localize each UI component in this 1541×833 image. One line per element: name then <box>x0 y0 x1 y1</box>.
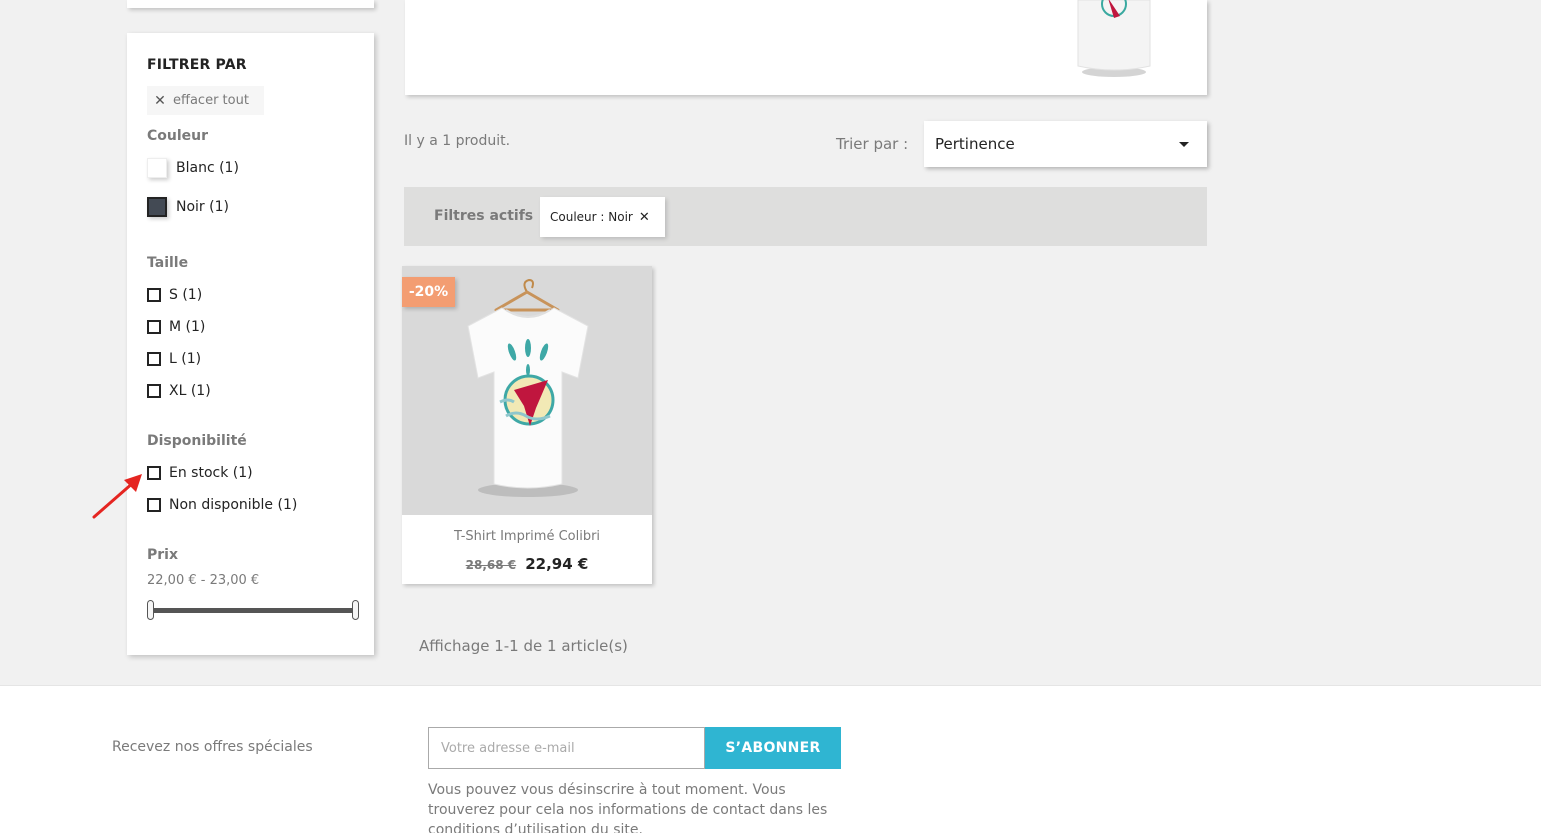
pagination-summary: Affichage 1-1 de 1 article(s) <box>419 637 628 655</box>
price-slider-max-handle[interactable] <box>352 600 359 620</box>
price-slider-track[interactable] <box>151 608 357 613</box>
availability-option-label: En stock (1) <box>169 465 253 481</box>
sidebar-top-block <box>127 0 374 8</box>
close-icon[interactable]: ✕ <box>639 210 650 225</box>
price-range-text: 22,00 € - 23,00 € <box>147 573 260 588</box>
caret-down-icon <box>1179 142 1189 147</box>
clear-all-button[interactable]: ✕ effacer tout <box>147 86 264 115</box>
size-option-label: L (1) <box>169 351 202 367</box>
checkbox[interactable] <box>147 352 161 366</box>
sort-select[interactable]: Pertinence <box>924 121 1207 167</box>
color-swatch-white[interactable] <box>147 158 167 178</box>
color-option-label: Blanc (1) <box>176 160 239 176</box>
checkbox[interactable] <box>147 320 161 334</box>
active-filter-chip: Couleur : Noir ✕ <box>540 197 665 237</box>
size-option-label: S (1) <box>169 287 203 303</box>
price-slider-min-handle[interactable] <box>147 600 154 620</box>
availability-option-unavailable[interactable]: Non disponible (1) <box>147 497 297 513</box>
active-filter-chip-label: Couleur : Noir <box>550 210 633 224</box>
newsletter-info-text: Vous pouvez vous désinscrire à tout mome… <box>428 782 828 833</box>
facet-title-price: Prix <box>147 547 178 563</box>
sort-value: Pertinence <box>935 135 1015 153</box>
size-option-s[interactable]: S (1) <box>147 287 202 303</box>
size-option-l[interactable]: L (1) <box>147 351 201 367</box>
product-card[interactable]: -20% T-Shirt Imprimé Colibri 28,68 € 22,… <box>402 266 652 584</box>
active-filters-bar: Filtres actifs Couleur : Noir ✕ <box>404 187 1207 246</box>
subscribe-button[interactable]: S’ABONNER <box>705 727 841 769</box>
product-name-link[interactable]: T-Shirt Imprimé Colibri <box>402 529 652 544</box>
tshirt-image-partial <box>1077 0 1151 77</box>
close-icon: ✕ <box>154 92 166 109</box>
clear-all-label: effacer tout <box>173 93 249 108</box>
color-swatch-black[interactable] <box>147 197 167 217</box>
previous-product-box <box>405 0 1207 95</box>
sort-label: Trier par : <box>836 135 909 153</box>
size-option-label: XL (1) <box>169 383 211 399</box>
facet-title-size: Taille <box>147 255 189 271</box>
active-filters-label: Filtres actifs <box>434 208 534 224</box>
product-prices: 28,68 € 22,94 € <box>402 554 652 573</box>
color-option-black[interactable]: Noir (1) <box>147 197 229 217</box>
filter-title: FILTRER PAR <box>147 57 247 73</box>
checkbox[interactable] <box>147 384 161 398</box>
availability-option-label: Non disponible (1) <box>169 497 298 513</box>
regular-price: 28,68 € <box>465 558 517 572</box>
facet-title-color: Couleur <box>147 128 209 144</box>
product-count-text: Il y a 1 produit. <box>404 133 511 149</box>
size-option-label: M (1) <box>169 319 206 335</box>
size-option-xl[interactable]: XL (1) <box>147 383 211 399</box>
size-option-m[interactable]: M (1) <box>147 319 205 335</box>
newsletter-section: Recevez nos offres spéciales S’ABONNER V… <box>0 685 1541 833</box>
color-option-label: Noir (1) <box>176 199 229 215</box>
sale-price: 22,94 € <box>525 555 589 573</box>
color-option-white[interactable]: Blanc (1) <box>147 158 239 178</box>
newsletter-label: Recevez nos offres spéciales <box>112 739 313 755</box>
checkbox[interactable] <box>147 288 161 302</box>
availability-option-in-stock[interactable]: En stock (1) <box>147 465 253 481</box>
annotation-arrow-icon <box>92 474 142 519</box>
facet-title-availability: Disponibilité <box>147 433 247 449</box>
facet-panel: FILTRER PAR ✕ effacer tout Couleur Blanc… <box>127 33 374 655</box>
discount-badge: -20% <box>402 277 455 307</box>
newsletter-email-input[interactable] <box>428 727 705 769</box>
